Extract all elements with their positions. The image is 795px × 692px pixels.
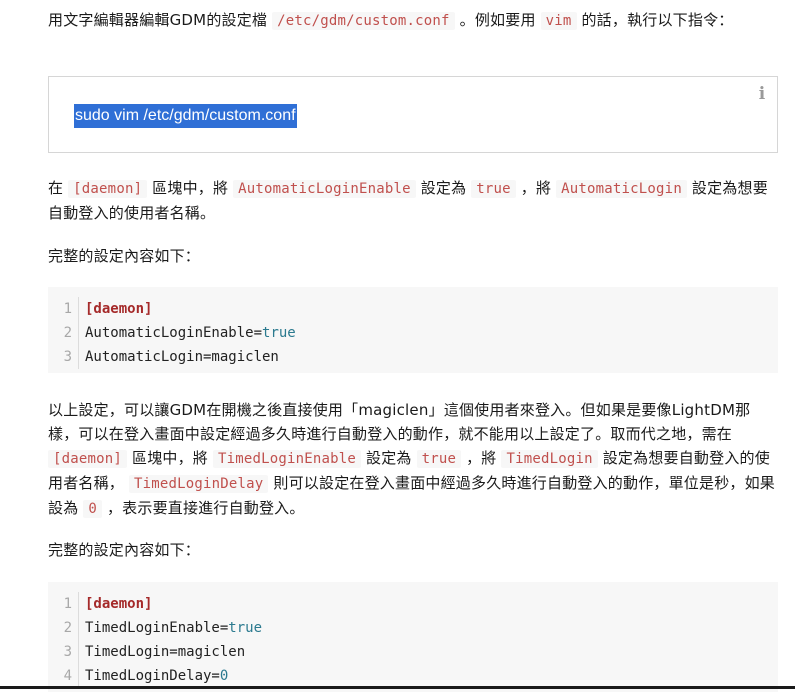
daemon-paragraph: 在 [daemon] 區塊中，將 AutomaticLoginEnable 設定… — [48, 176, 778, 225]
inline-code-timed-login-delay: TimedLoginDelay — [128, 475, 269, 493]
text: ，將 — [520, 179, 552, 197]
command-text-selected[interactable]: sudo vim /etc/gdm/custom.conf — [74, 104, 297, 128]
code-key: TimedLogin=magiclen — [85, 644, 246, 660]
text: 設定為 — [366, 449, 412, 467]
info-icon[interactable]: i — [757, 85, 767, 103]
code-key: AutomaticLoginEnable= — [85, 325, 263, 341]
line-number: 1 — [63, 596, 72, 612]
inline-code-daemon: [daemon] — [48, 450, 128, 468]
inline-code-daemon: [daemon] — [68, 180, 148, 198]
command-block[interactable]: i sudo vim /etc/gdm/custom.conf — [48, 76, 778, 153]
inline-code-path: /etc/gdm/custom.conf — [272, 12, 455, 30]
code-value: 0 — [219, 668, 229, 684]
config-heading-2: 完整的設定內容如下： — [48, 541, 201, 559]
text: 的話，執行以下指令： — [581, 11, 734, 29]
code-block-1: 1 [daemon] 2 AutomaticLoginEnable=true 3… — [48, 287, 778, 373]
inline-code-zero: 0 — [83, 500, 103, 518]
code-line: 3 AutomaticLogin=magiclen — [48, 345, 778, 369]
text: ，表示要直接進行自動登入。 — [106, 499, 305, 517]
config-heading-1: 完整的設定內容如下： — [48, 247, 201, 265]
line-number: 2 — [63, 620, 72, 636]
code-block-2: 1 [daemon] 2 TimedLoginEnable=true 3 Tim… — [48, 582, 778, 692]
intro-paragraph: 用文字編輯器編輯GDM的設定檔 /etc/gdm/custom.conf 。例如… — [48, 8, 778, 33]
line-number: 4 — [63, 668, 72, 684]
line-number: 3 — [63, 644, 72, 660]
code-section: [daemon] — [85, 596, 153, 612]
code-line: 2 AutomaticLoginEnable=true — [48, 321, 778, 345]
inline-code-automatic-login-enable: AutomaticLoginEnable — [233, 180, 416, 198]
text: 在 — [48, 179, 64, 197]
code-line: 3 TimedLogin=magiclen — [48, 640, 778, 664]
text: 用文字編輯器編輯GDM的設定檔 — [48, 11, 268, 29]
code-value: true — [228, 620, 263, 636]
code-line: 1 [daemon] — [48, 297, 778, 321]
text: 以上設定，可以讓GDM在開機之後直接使用「magiclen」這個使用者來登入。但… — [48, 401, 751, 443]
code-key: TimedLoginDelay= — [85, 668, 220, 684]
code-key: TimedLoginEnable= — [85, 620, 229, 636]
line-number: 3 — [63, 349, 72, 365]
text: 。例如要用 — [459, 11, 536, 29]
bottom-border — [0, 686, 795, 689]
code-line: 4 TimedLoginDelay=0 — [48, 664, 778, 688]
line-number: 1 — [63, 301, 72, 317]
text: ，將 — [466, 449, 497, 467]
text: 區塊中，將 — [152, 179, 229, 197]
code-line: 2 TimedLoginEnable=true — [48, 616, 778, 640]
text: 區塊中，將 — [132, 449, 209, 467]
timed-login-paragraph: 以上設定，可以讓GDM在開機之後直接使用「magiclen」這個使用者來登入。但… — [48, 398, 778, 521]
inline-code-automatic-login: AutomaticLogin — [556, 180, 687, 198]
line-number: 2 — [63, 325, 72, 341]
text: 設定為 — [420, 179, 467, 197]
inline-code-true: true — [471, 180, 516, 198]
inline-code-timed-login: TimedLogin — [501, 450, 598, 468]
code-value: true — [262, 325, 296, 341]
inline-code-vim: vim — [540, 12, 577, 30]
code-line: 1 [daemon] — [48, 592, 778, 616]
inline-code-true: true — [416, 450, 462, 468]
code-key: AutomaticLogin=magiclen — [85, 349, 279, 365]
inline-code-timed-login-enable: TimedLoginEnable — [212, 450, 362, 468]
code-section: [daemon] — [85, 301, 153, 317]
